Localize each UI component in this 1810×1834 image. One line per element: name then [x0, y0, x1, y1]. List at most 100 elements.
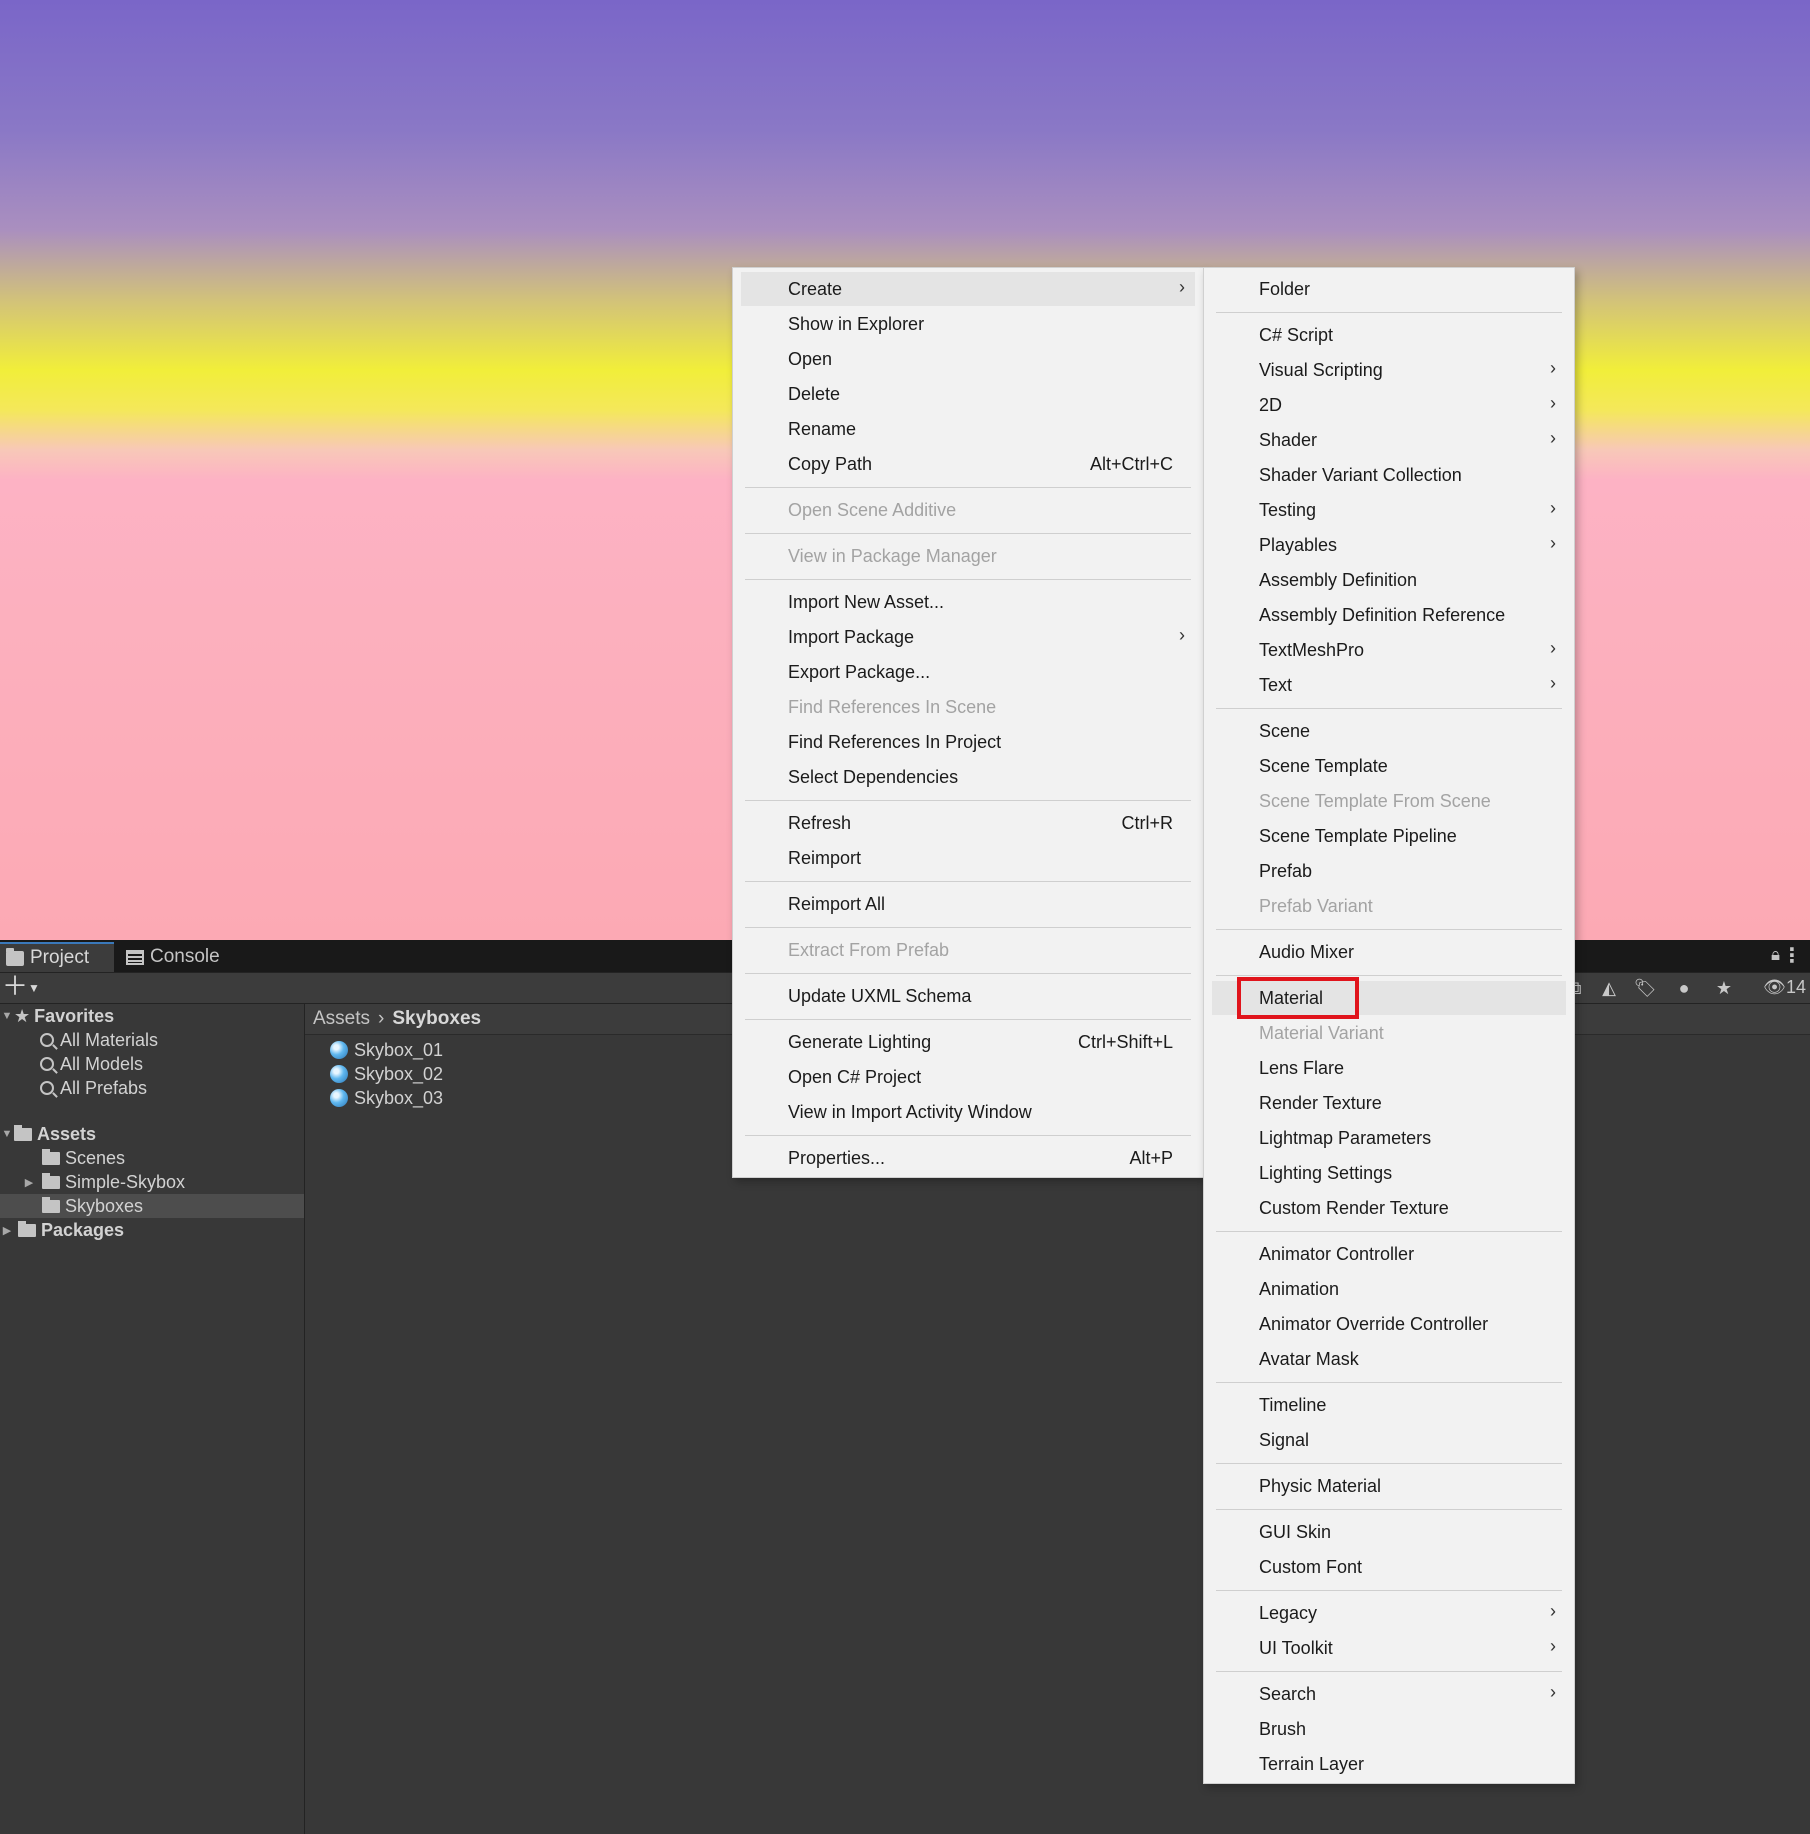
- create-menu-item-lens-flare[interactable]: Lens Flare: [1212, 1051, 1566, 1085]
- create-menu-item-render-texture[interactable]: Render Texture: [1212, 1086, 1566, 1120]
- context-menu-item-properties[interactable]: Properties... Alt+P: [741, 1141, 1195, 1175]
- asset-item-skybox-01[interactable]: Skybox_01: [330, 1038, 443, 1062]
- create-menu-item-animation[interactable]: Animation: [1212, 1272, 1566, 1306]
- menu-item-label: GUI Skin: [1259, 1522, 1332, 1542]
- create-menu-item-folder[interactable]: Folder: [1212, 272, 1566, 306]
- create-menu-item-playables[interactable]: Playables ›: [1212, 528, 1566, 562]
- context-menu-item-import-package[interactable]: Import Package ›: [741, 620, 1195, 654]
- asset-item-skybox-03[interactable]: Skybox_03: [330, 1086, 443, 1110]
- create-menu-item-text[interactable]: Text ›: [1212, 668, 1566, 702]
- create-menu-item-visual-scripting[interactable]: Visual Scripting ›: [1212, 353, 1566, 387]
- create-menu-item-lightmap-parameters[interactable]: Lightmap Parameters: [1212, 1121, 1566, 1155]
- tree-item-simple-skybox[interactable]: ▶ Simple-Skybox: [0, 1170, 304, 1194]
- menu-item-label: Scene Template Pipeline: [1259, 826, 1457, 846]
- tree-item-skyboxes[interactable]: Skyboxes: [0, 1194, 304, 1218]
- breadcrumb-skyboxes[interactable]: Skyboxes: [392, 1008, 481, 1030]
- menu-item-label: Find References In Project: [788, 732, 1002, 752]
- create-menu-item-physic-material[interactable]: Physic Material: [1212, 1469, 1566, 1503]
- menu-item-label: Generate Lighting: [788, 1032, 932, 1052]
- create-menu-item-avatar-mask[interactable]: Avatar Mask: [1212, 1342, 1566, 1376]
- folder-icon: [6, 947, 24, 966]
- menu-item-label: Lens Flare: [1259, 1058, 1345, 1078]
- tree-favorites[interactable]: ▼ ★ Favorites: [0, 1004, 304, 1028]
- create-menu-item-terrain-layer[interactable]: Terrain Layer: [1212, 1747, 1566, 1781]
- context-menu-item-open-c-project[interactable]: Open C# Project: [741, 1060, 1195, 1094]
- create-menu-item-scene-template-pipeline[interactable]: Scene Template Pipeline: [1212, 819, 1566, 853]
- create-menu-item-animator-override-controller[interactable]: Animator Override Controller: [1212, 1307, 1566, 1341]
- expand-arrow-icon[interactable]: ▼: [0, 1010, 14, 1022]
- context-menu-item-rename[interactable]: Rename: [741, 412, 1195, 446]
- create-menu-item-legacy[interactable]: Legacy ›: [1212, 1596, 1566, 1630]
- create-menu-item-material-variant: Material Variant: [1212, 1016, 1566, 1050]
- favorite-star-icon[interactable]: ★: [1711, 976, 1737, 1000]
- create-menu-item-animator-controller[interactable]: Animator Controller: [1212, 1237, 1566, 1271]
- context-menu-item-delete[interactable]: Delete: [741, 377, 1195, 411]
- tab-project[interactable]: Project: [0, 942, 114, 972]
- create-menu-item-gui-skin[interactable]: GUI Skin: [1212, 1515, 1566, 1549]
- console-icon: [126, 949, 144, 965]
- tree-item-label: All Materials: [60, 1029, 159, 1050]
- tree-item-all-materials[interactable]: All Materials: [0, 1028, 304, 1052]
- tree-item-all-models[interactable]: All Models: [0, 1052, 304, 1076]
- context-menu-item-update-uxml-schema[interactable]: Update UXML Schema: [741, 979, 1195, 1013]
- tree-item-all-prefabs[interactable]: All Prefabs: [0, 1076, 304, 1100]
- create-menu-item-assembly-definition-reference[interactable]: Assembly Definition Reference: [1212, 598, 1566, 632]
- create-menu-item-brush[interactable]: Brush: [1212, 1712, 1566, 1746]
- filter-by-label-icon[interactable]: 🏷︎: [1632, 976, 1658, 1000]
- create-menu-item-signal[interactable]: Signal: [1212, 1423, 1566, 1457]
- filter-errors-icon[interactable]: ●: [1671, 976, 1697, 1000]
- context-menu-item-reimport[interactable]: Reimport: [741, 841, 1195, 875]
- context-menu-item-show-in-explorer[interactable]: Show in Explorer: [741, 307, 1195, 341]
- context-menu-item-reimport-all[interactable]: Reimport All: [741, 887, 1195, 921]
- context-menu-item-create[interactable]: Create ›: [741, 272, 1195, 306]
- lock-icon[interactable]: 🔒︎: [1771, 945, 1780, 965]
- context-menu-item-refresh[interactable]: Refresh Ctrl+R: [741, 806, 1195, 840]
- breadcrumb-assets[interactable]: Assets: [313, 1008, 370, 1030]
- create-menu-item-shader[interactable]: Shader ›: [1212, 423, 1566, 457]
- hidden-packages-toggle[interactable]: 👁︎14: [1763, 977, 1806, 998]
- collapse-arrow-icon[interactable]: ▶: [0, 1224, 14, 1237]
- create-menu-item-scene-template-from-scene: Scene Template From Scene: [1212, 784, 1566, 818]
- create-menu-item-custom-render-texture[interactable]: Custom Render Texture: [1212, 1191, 1566, 1225]
- context-menu-item-export-package[interactable]: Export Package...: [741, 655, 1195, 689]
- context-menu-item-import-new-asset[interactable]: Import New Asset...: [741, 585, 1195, 619]
- chevron-right-icon: ›: [1550, 1636, 1556, 1656]
- context-menu-item-open[interactable]: Open: [741, 342, 1195, 376]
- menu-item-label: Animation: [1259, 1279, 1340, 1299]
- create-menu-item-search[interactable]: Search ›: [1212, 1677, 1566, 1711]
- asset-item-skybox-02[interactable]: Skybox_02: [330, 1062, 443, 1086]
- context-menu-item-find-references-in-project[interactable]: Find References In Project: [741, 725, 1195, 759]
- create-menu-item-2d[interactable]: 2D ›: [1212, 388, 1566, 422]
- create-menu-item-scene-template[interactable]: Scene Template: [1212, 749, 1566, 783]
- create-menu-item-audio-mixer[interactable]: Audio Mixer: [1212, 935, 1566, 969]
- context-menu-item-view-in-import-activity-window[interactable]: View in Import Activity Window: [741, 1095, 1195, 1129]
- create-menu-item-timeline[interactable]: Timeline: [1212, 1388, 1566, 1422]
- tree-item-scenes[interactable]: Scenes: [0, 1146, 304, 1170]
- more-options-icon[interactable]: ⋮: [1782, 943, 1802, 968]
- create-menu-item-scene[interactable]: Scene: [1212, 714, 1566, 748]
- expand-arrow-icon[interactable]: ▼: [0, 1128, 14, 1140]
- create-menu-item-textmeshpro[interactable]: TextMeshPro ›: [1212, 633, 1566, 667]
- asset-label: Skybox_01: [354, 1039, 444, 1060]
- tab-console[interactable]: Console: [120, 942, 255, 972]
- create-menu-item-lighting-settings[interactable]: Lighting Settings: [1212, 1156, 1566, 1190]
- chevron-right-icon: ›: [1550, 638, 1556, 658]
- create-menu-item-prefab[interactable]: Prefab: [1212, 854, 1566, 888]
- collapse-arrow-icon[interactable]: ▶: [22, 1176, 36, 1189]
- tree-assets[interactable]: ▼ Assets: [0, 1122, 304, 1146]
- context-menu-item-select-dependencies[interactable]: Select Dependencies: [741, 760, 1195, 794]
- filter-by-type-icon[interactable]: ◭: [1596, 976, 1622, 1000]
- menu-item-label: Properties...: [788, 1148, 886, 1168]
- context-menu-item-copy-path[interactable]: Copy Path Alt+Ctrl+C: [741, 447, 1195, 481]
- create-menu-item-shader-variant-collection[interactable]: Shader Variant Collection: [1212, 458, 1566, 492]
- create-menu-item-c-script[interactable]: C# Script: [1212, 318, 1566, 352]
- create-menu-item-custom-font[interactable]: Custom Font: [1212, 1550, 1566, 1584]
- menu-item-label: Reimport: [788, 848, 862, 868]
- create-dropdown-button[interactable]: ＋ ▼: [2, 973, 42, 1001]
- create-menu-item-assembly-definition[interactable]: Assembly Definition: [1212, 563, 1566, 597]
- create-menu-item-ui-toolkit[interactable]: UI Toolkit ›: [1212, 1631, 1566, 1665]
- menu-item-label: Timeline: [1259, 1395, 1327, 1415]
- tree-packages[interactable]: ▶ Packages: [0, 1218, 304, 1242]
- context-menu-item-generate-lighting[interactable]: Generate Lighting Ctrl+Shift+L: [741, 1025, 1195, 1059]
- create-menu-item-testing[interactable]: Testing ›: [1212, 493, 1566, 527]
